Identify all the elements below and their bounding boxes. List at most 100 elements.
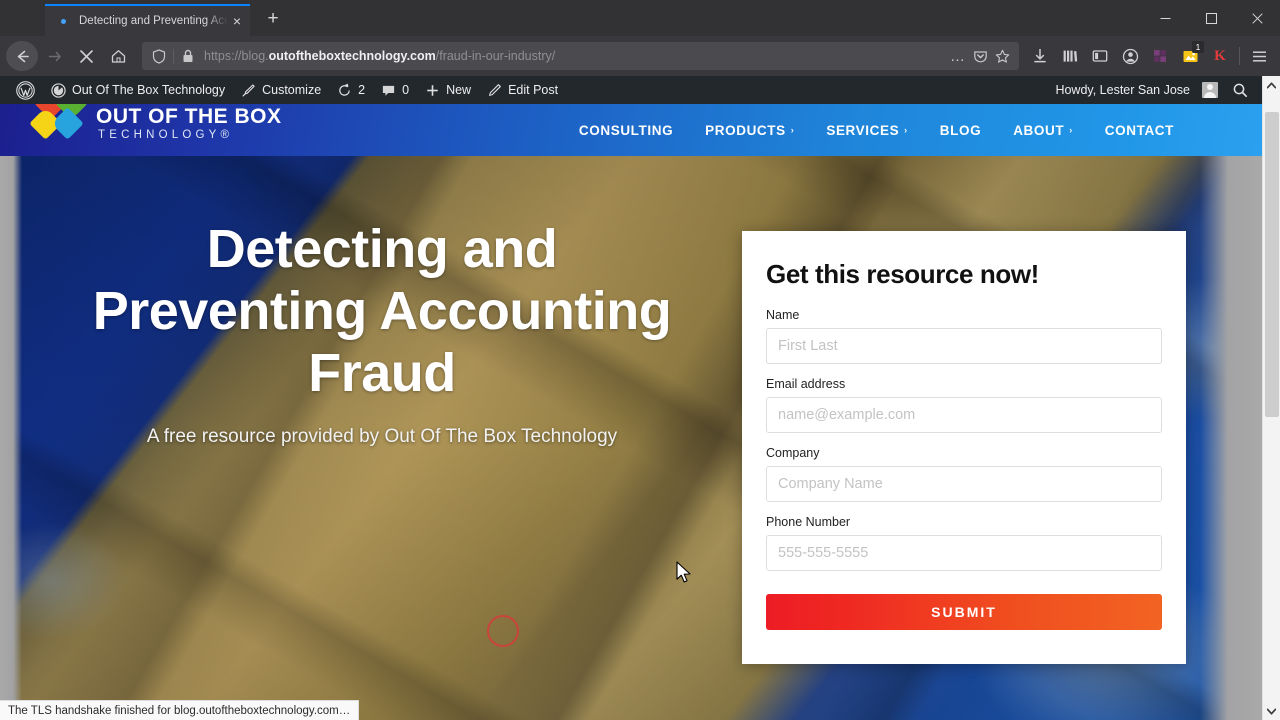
extension-badge-count: 1: [1192, 41, 1204, 53]
logo-line-2: TECHNOLOGY®: [98, 129, 234, 141]
logo-wordmark: OUT OF THE BOX TECHNOLOGY®: [96, 104, 282, 143]
toolbar-separator: [1239, 47, 1240, 65]
dashboard-icon: [51, 82, 66, 98]
email-input[interactable]: [766, 397, 1162, 433]
scrollbar-track[interactable]: [1263, 94, 1280, 702]
extension-yellow-icon[interactable]: 1: [1175, 41, 1205, 71]
site-navigation-bar: OUT OF THE BOX TECHNOLOGY® CONSULTING PR…: [0, 104, 1262, 156]
wp-howdy-label: Howdy, Lester San Jose: [1055, 83, 1190, 97]
wordpress-logo-menu[interactable]: [8, 76, 43, 104]
click-indicator: [487, 615, 519, 647]
hero-subtitle: A free resource provided by Out Of The B…: [146, 426, 618, 447]
phone-input[interactable]: [766, 535, 1162, 571]
nav-label: ABOUT: [1013, 122, 1065, 138]
company-input[interactable]: [766, 466, 1162, 502]
wordpress-admin-bar: Out Of The Box Technology Customize 2 0 …: [0, 76, 1262, 104]
wp-customize-menu[interactable]: Customize: [233, 76, 329, 104]
chevron-right-icon: ›: [904, 125, 908, 135]
extension-k-icon[interactable]: K: [1205, 41, 1235, 71]
wp-site-name-menu[interactable]: Out Of The Box Technology: [43, 76, 233, 104]
company-label: Company: [766, 446, 820, 460]
nav-item-blog[interactable]: BLOG: [924, 123, 997, 138]
scroll-up-arrow-icon[interactable]: [1263, 76, 1280, 94]
nav-item-products[interactable]: PRODUCTS ›: [689, 123, 810, 138]
scrollbar-thumb[interactable]: [1264, 112, 1279, 417]
pencil-icon: [487, 83, 502, 98]
scroll-down-arrow-icon[interactable]: [1263, 702, 1280, 720]
page-viewport: Out Of The Box Technology Customize 2 0 …: [0, 76, 1280, 720]
nav-item-contact[interactable]: CONTACT: [1089, 123, 1190, 138]
address-bar[interactable]: https://blog.outoftheboxtechnology.com/f…: [142, 42, 1019, 70]
wp-updates-count: 2: [358, 83, 366, 97]
submit-button[interactable]: SUBMIT: [766, 594, 1162, 630]
url-scheme: https://blog.: [204, 49, 269, 63]
email-label: Email address: [766, 377, 846, 391]
status-bar: The TLS handshake finished for blog.outo…: [0, 700, 360, 720]
bookmark-star-icon[interactable]: [991, 45, 1013, 67]
page-title: Detecting and Preventing Accounting Frau…: [92, 219, 672, 403]
extension-k-label: K: [1214, 47, 1226, 64]
sidebar-icon[interactable]: [1085, 41, 1115, 71]
browser-tab[interactable]: Detecting and Preventing Acco ×: [45, 4, 250, 36]
urlbar-divider: [173, 48, 174, 64]
window-minimize-button[interactable]: [1142, 0, 1188, 36]
page-actions-icon[interactable]: …: [947, 45, 969, 67]
wp-edit-post-label: Edit Post: [508, 83, 559, 97]
nav-label: SERVICES: [826, 122, 900, 138]
form-field-phone: Phone Number: [766, 515, 1162, 571]
nav-item-about[interactable]: ABOUT ›: [997, 123, 1089, 138]
phone-label: Phone Number: [766, 515, 851, 529]
tab-close-icon[interactable]: ×: [228, 12, 246, 30]
wordpress-logo-icon: [16, 80, 35, 100]
tracking-protection-shield-icon[interactable]: [148, 45, 170, 67]
form-field-email: Email address: [766, 377, 1162, 433]
wp-updates-menu[interactable]: 2: [329, 76, 373, 104]
search-icon: [1232, 82, 1248, 98]
vertical-scrollbar[interactable]: [1262, 76, 1280, 720]
stop-loading-button[interactable]: [70, 41, 102, 71]
paintbrush-icon: [241, 83, 256, 98]
wp-admin-bar-right: Howdy, Lester San Jose: [1047, 76, 1262, 104]
name-input[interactable]: [766, 328, 1162, 364]
window-controls: [1142, 0, 1280, 36]
extension-purple-icon[interactable]: [1145, 41, 1175, 71]
site-logo[interactable]: OUT OF THE BOX TECHNOLOGY®: [29, 104, 282, 146]
hamburger-menu-icon[interactable]: [1244, 41, 1274, 71]
downloads-icon[interactable]: [1025, 41, 1055, 71]
comment-icon: [381, 83, 396, 98]
new-tab-button[interactable]: +: [258, 4, 288, 34]
library-icon[interactable]: [1055, 41, 1085, 71]
wp-comments-count: 0: [402, 83, 410, 97]
back-button[interactable]: [6, 41, 38, 71]
account-icon[interactable]: [1115, 41, 1145, 71]
form-field-company: Company: [766, 446, 1162, 502]
navigation-toolbar: https://blog.outoftheboxtechnology.com/f…: [0, 36, 1280, 76]
wp-new-menu[interactable]: New: [417, 76, 479, 104]
url-text[interactable]: https://blog.outoftheboxtechnology.com/f…: [199, 49, 947, 63]
padlock-icon[interactable]: [177, 45, 199, 67]
chevron-right-icon: ›: [790, 125, 795, 135]
main-menu: CONSULTING PRODUCTS › SERVICES › BLOG ABOU…: [563, 123, 1262, 138]
wp-comments-menu[interactable]: 0: [373, 76, 417, 104]
window-close-button[interactable]: [1234, 0, 1280, 36]
wp-search-button[interactable]: [1222, 76, 1258, 104]
window-maximize-button[interactable]: [1188, 0, 1234, 36]
name-label: Name: [766, 308, 800, 322]
pocket-icon[interactable]: [969, 45, 991, 67]
url-host: outoftheboxtechnology.com: [268, 49, 436, 63]
wp-howdy-menu[interactable]: Howdy, Lester San Jose: [1047, 76, 1222, 104]
home-button[interactable]: [102, 41, 134, 71]
mouse-cursor: [676, 561, 693, 590]
nav-item-consulting[interactable]: CONSULTING: [563, 123, 689, 138]
nav-item-services[interactable]: SERVICES ›: [810, 123, 923, 138]
logo-line-1: OUT OF THE BOX: [96, 105, 282, 128]
tab-strip: Detecting and Preventing Acco × +: [0, 0, 1280, 36]
tab-loading-icon: [55, 13, 71, 29]
lead-capture-form: Get this resource now! Name Email addres…: [742, 231, 1186, 664]
plus-icon: [425, 83, 440, 98]
wp-edit-post-menu[interactable]: Edit Post: [479, 76, 566, 104]
avatar: [1202, 82, 1218, 98]
nav-label: PRODUCTS: [705, 122, 786, 138]
forward-button[interactable]: [38, 41, 70, 71]
hero-text-block: Detecting and Preventing Accounting Frau…: [22, 156, 742, 720]
